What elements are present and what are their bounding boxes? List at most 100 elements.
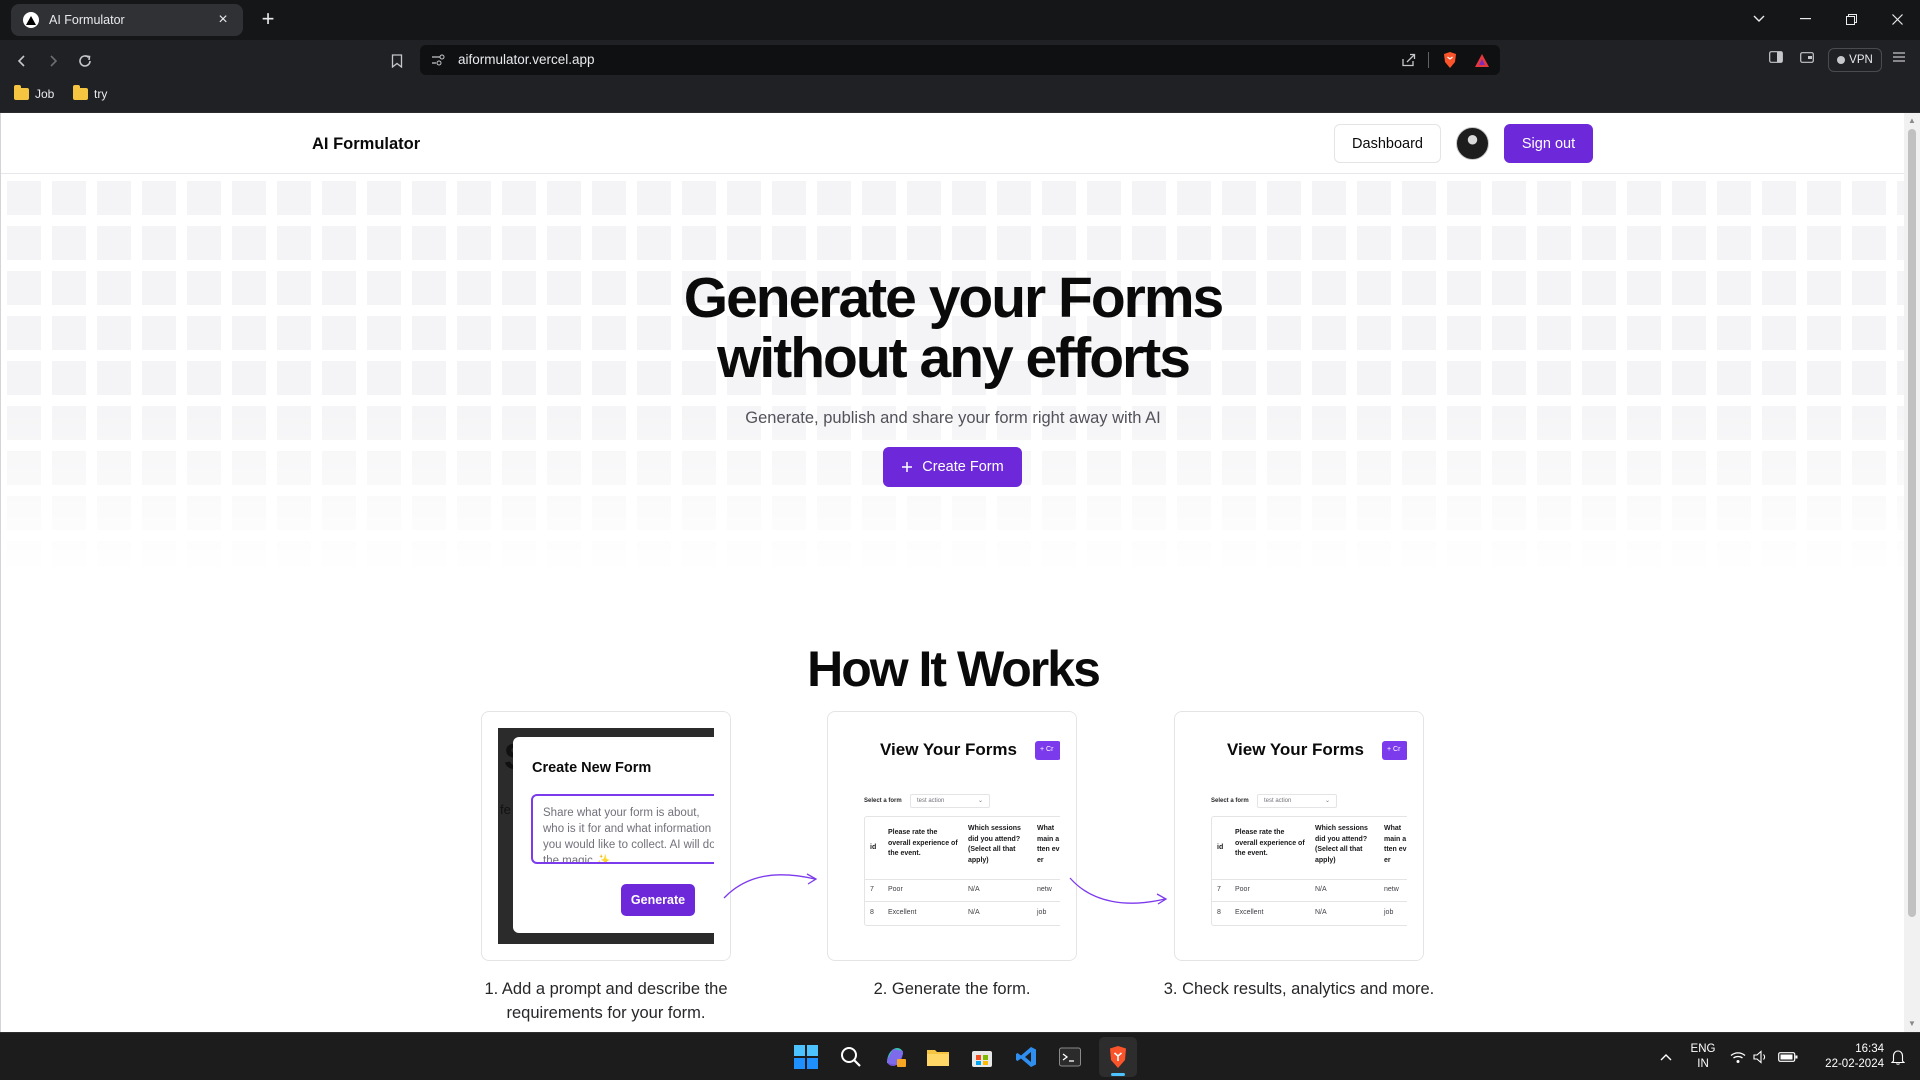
scrollbar-thumb[interactable] <box>1908 129 1916 917</box>
create-form-mini-button: + Cr <box>1035 741 1061 760</box>
language-line1: ENG <box>1690 1043 1716 1055</box>
minimize-button[interactable] <box>1782 4 1828 34</box>
table-cell: 7 <box>870 886 874 893</box>
brand-logo-text[interactable]: AI Formulator <box>312 135 420 154</box>
bookmark-icon[interactable] <box>384 48 410 74</box>
clock[interactable]: 16:34 22-02-2024 <box>1800 1042 1884 1072</box>
chevron-up-icon[interactable] <box>1651 1042 1681 1072</box>
bookmark-folder-job[interactable]: Job <box>14 85 55 101</box>
close-window-button[interactable] <box>1874 4 1920 34</box>
table-cell: N/A <box>968 909 980 916</box>
language-indicator[interactable]: ENG IN <box>1686 1042 1720 1072</box>
modal-title: Create New Form <box>532 760 652 776</box>
folder-icon <box>14 85 29 100</box>
select-form-label: Select a form <box>864 798 902 804</box>
url-text[interactable]: aiformulator.vercel.app <box>458 52 595 67</box>
tab-close-icon[interactable]: × <box>215 11 231 29</box>
table-cell: N/A <box>968 886 980 893</box>
vpn-label: VPN <box>1849 54 1873 66</box>
sign-out-button[interactable]: Sign out <box>1504 124 1593 163</box>
new-tab-button[interactable]: + <box>256 8 280 32</box>
vpn-button[interactable]: VPN <box>1828 48 1882 72</box>
card-edge <box>1407 712 1423 960</box>
sidebar-icon[interactable] <box>1766 47 1786 67</box>
dashboard-button[interactable]: Dashboard <box>1334 124 1441 163</box>
back-button[interactable] <box>9 48 35 74</box>
generate-button: Generate <box>621 884 695 916</box>
site-navbar: AI Formulator Dashboard Sign out <box>1 113 1905 174</box>
create-form-label: Create Form <box>922 459 1004 475</box>
table-header: Please rate the overall experience of th… <box>1235 829 1305 857</box>
hero-title-line2: without any efforts <box>717 326 1191 390</box>
tab-search-chevron-icon[interactable] <box>1736 4 1782 34</box>
view-forms-title: View Your Forms <box>1227 740 1364 759</box>
table-header: Which sessions did you attend? (Select a… <box>1315 825 1368 864</box>
scroll-down-icon[interactable]: ▼ <box>1907 1019 1917 1029</box>
forward-button[interactable] <box>40 48 66 74</box>
vpn-status-icon <box>1837 56 1846 64</box>
volume-icon[interactable] <box>1749 1042 1773 1072</box>
wifi-icon[interactable] <box>1726 1042 1750 1072</box>
bookmark-label: try <box>94 87 108 101</box>
step-3-caption: 3. Check results, analytics and more. <box>1163 980 1435 998</box>
hero-subtitle: Generate, publish and share your form ri… <box>745 409 1161 427</box>
table-cell: Poor <box>1235 886 1250 893</box>
share-icon[interactable] <box>1398 50 1418 70</box>
vscode-icon[interactable] <box>1011 1042 1041 1072</box>
prompt-textarea: Share what your form is about, who is it… <box>531 794 730 864</box>
terminal-icon[interactable] <box>1055 1042 1085 1072</box>
bookmark-label: Job <box>35 87 55 101</box>
clock-date: 22-02-2024 <box>1825 1058 1884 1070</box>
scroll-up-icon[interactable]: ▲ <box>1907 116 1917 126</box>
arrow-step1-to-step2-icon <box>723 873 818 899</box>
site-settings-icon[interactable] <box>428 50 448 70</box>
user-avatar[interactable] <box>1456 127 1489 160</box>
browser-tab-active[interactable]: AI Formulator × <box>11 4 243 36</box>
microsoft-store-icon[interactable] <box>967 1042 997 1072</box>
table-divider <box>1212 901 1412 902</box>
windows-taskbar: ENG IN 16:34 22-02-2024 <box>0 1032 1920 1080</box>
table-cell: netw <box>1384 886 1399 893</box>
copilot-icon[interactable] <box>880 1042 910 1072</box>
select-form-dropdown: test action ⌄ <box>1257 794 1337 808</box>
table-header: id <box>1217 844 1224 851</box>
select-value: test action <box>1264 798 1292 804</box>
table-cell: netw <box>1037 886 1052 893</box>
address-bar[interactable]: aiformulator.vercel.app <box>420 45 1500 75</box>
brave-shields-icon[interactable] <box>1440 50 1460 70</box>
search-icon[interactable] <box>836 1042 866 1072</box>
brave-browser-icon[interactable] <box>1103 1042 1133 1072</box>
table-cell: 8 <box>1217 909 1221 916</box>
reload-button[interactable] <box>72 48 98 74</box>
table-cell: Excellent <box>888 909 917 916</box>
wallet-icon[interactable] <box>1797 47 1817 67</box>
responses-table: id Please rate the overall experience of… <box>864 816 1065 926</box>
page-scrollbar[interactable]: ▲ ▼ <box>1904 113 1920 1032</box>
chevron-down-icon: ⌄ <box>1324 798 1330 804</box>
page-viewport: AI Formulator Dashboard Sign out Generat… <box>0 113 1920 1032</box>
how-it-works-title: How It Works <box>807 641 1101 697</box>
table-cell: 7 <box>1217 886 1221 893</box>
step-1-caption: 1. Add a prompt and describe the require… <box>456 977 756 1025</box>
step-1-caption-line1: 1. Add a prompt and describe the <box>484 980 728 998</box>
windows-start-icon[interactable] <box>791 1042 821 1072</box>
restore-button[interactable] <box>1828 4 1874 34</box>
card-edge <box>1060 712 1076 960</box>
brave-rewards-icon[interactable] <box>1472 50 1492 70</box>
create-form-button[interactable]: Create Form <box>883 447 1022 487</box>
step-1-preview-card: S fe Create New Form Share what your for… <box>481 711 731 961</box>
table-divider <box>865 879 1065 880</box>
table-header: id <box>870 844 877 851</box>
menu-hamburger-icon[interactable] <box>1889 47 1909 67</box>
omnibox-divider <box>1428 52 1429 68</box>
create-form-mini-button: + Cr <box>1382 741 1408 760</box>
vercel-favicon-icon <box>23 12 39 28</box>
responses-table: id Please rate the overall experience of… <box>1211 816 1412 926</box>
battery-icon[interactable] <box>1775 1042 1801 1072</box>
view-forms-title: View Your Forms <box>880 740 1017 759</box>
bookmark-folder-try[interactable]: try <box>73 85 108 101</box>
backdrop-text-small: fe <box>500 802 511 817</box>
file-explorer-icon[interactable] <box>923 1042 953 1072</box>
notification-bell-icon[interactable] <box>1886 1042 1910 1072</box>
table-cell: N/A <box>1315 886 1327 893</box>
